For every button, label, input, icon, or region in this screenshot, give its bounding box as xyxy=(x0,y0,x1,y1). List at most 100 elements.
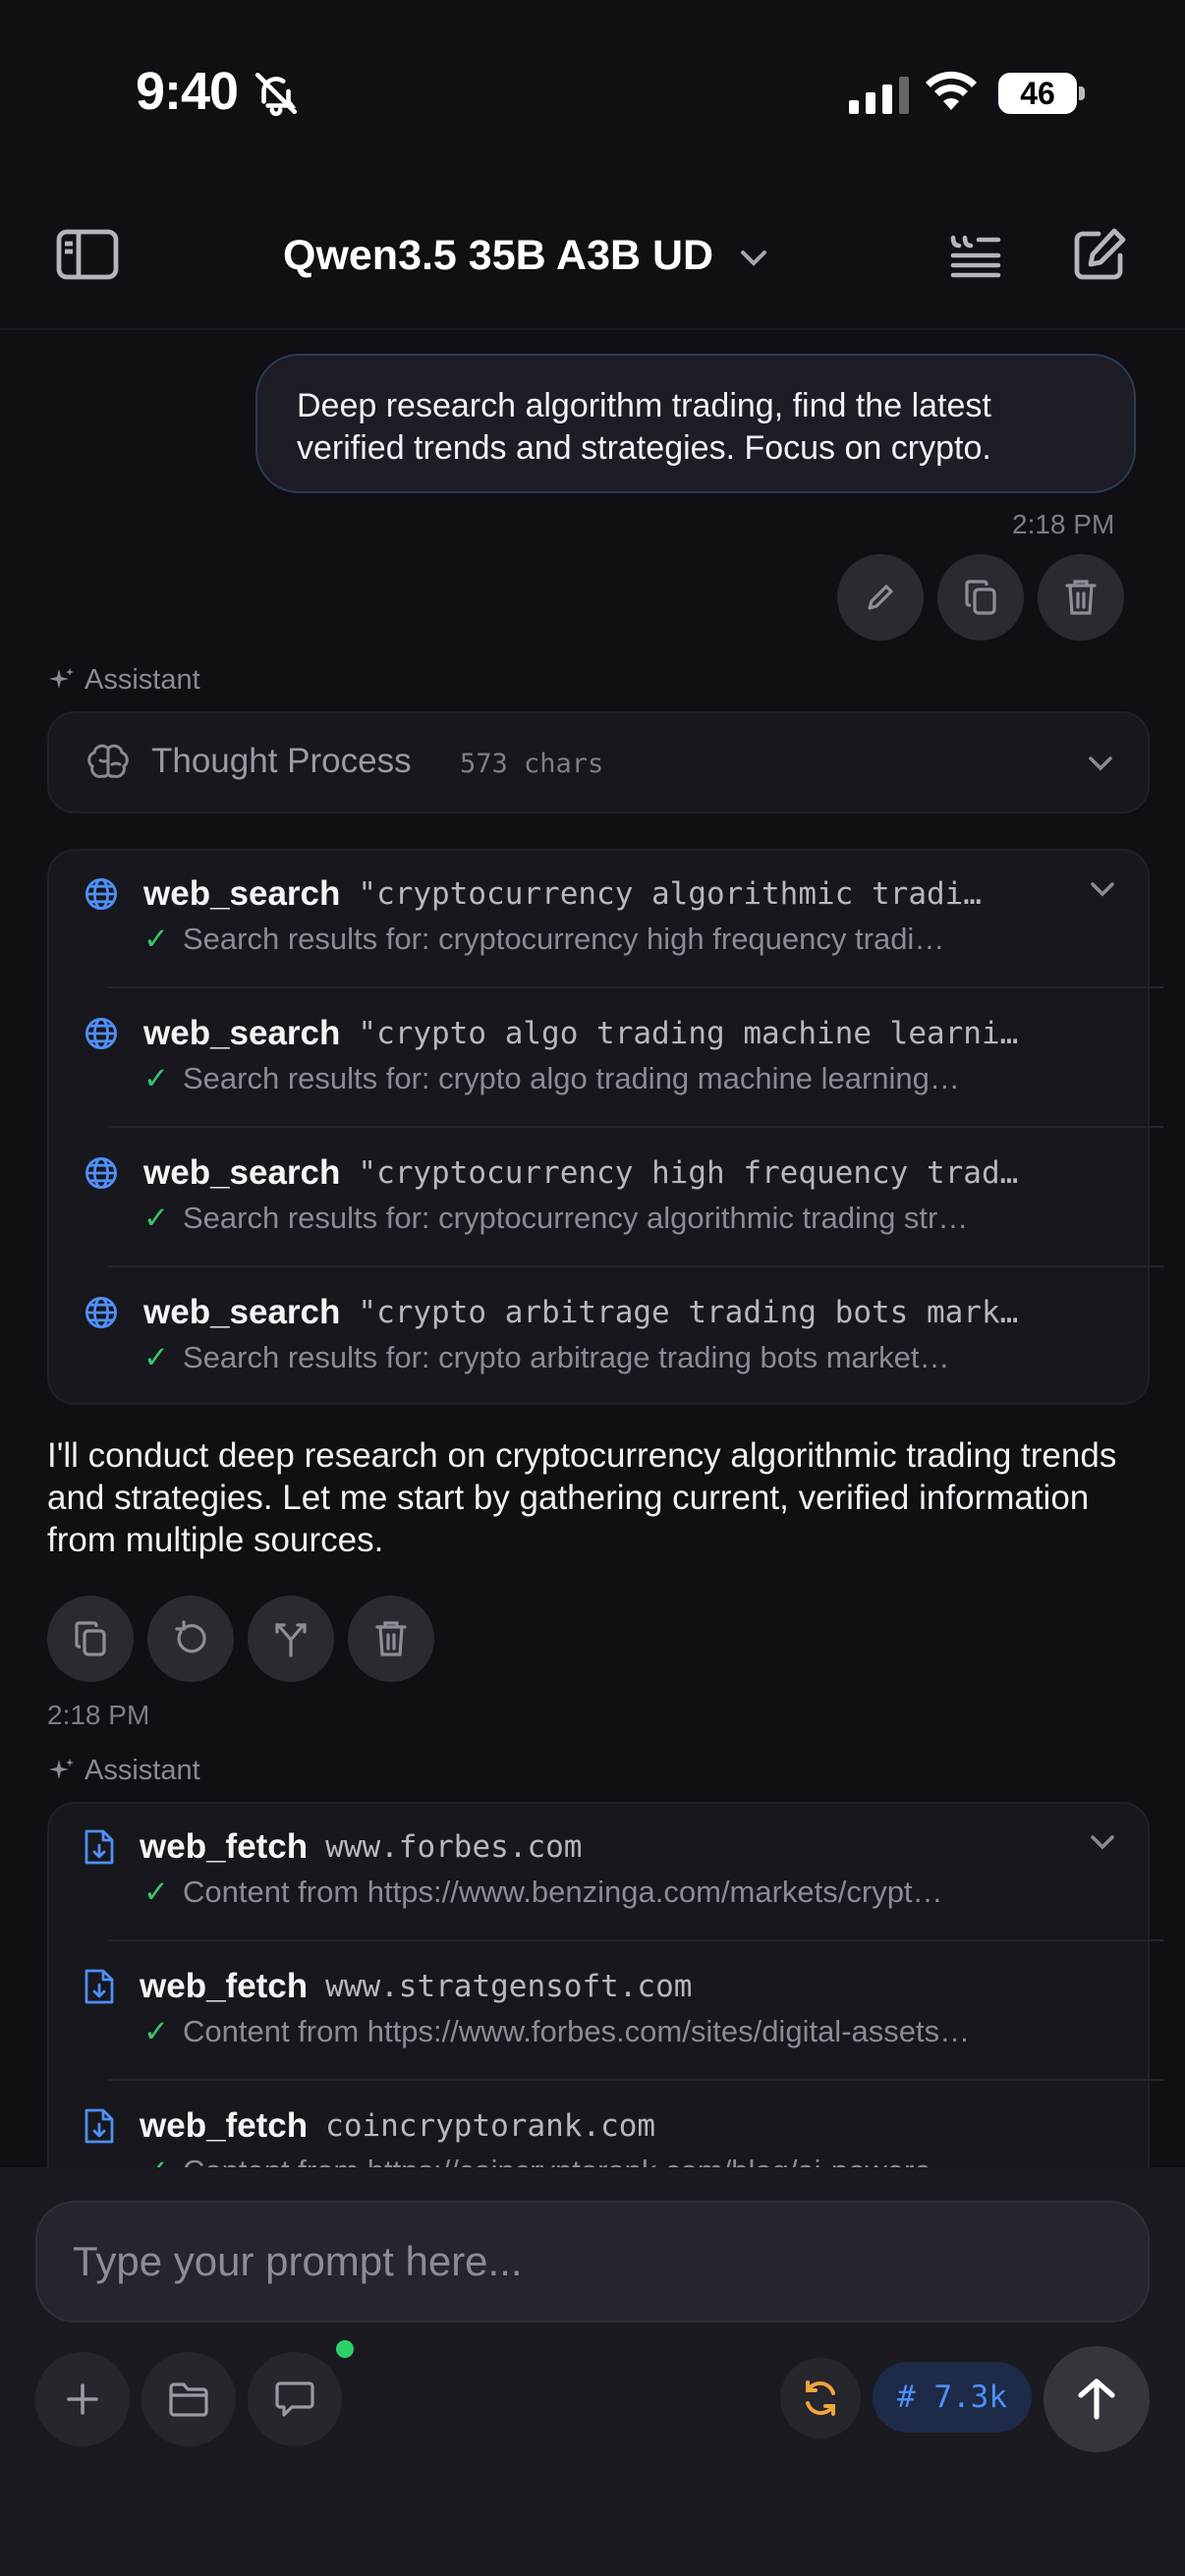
quote-list-icon[interactable] xyxy=(949,232,1002,284)
token-count-badge[interactable]: # 7.3k xyxy=(873,2362,1032,2433)
folder-icon xyxy=(169,2382,208,2417)
assistant-label: Assistant xyxy=(47,1755,200,1787)
bell-muted-icon xyxy=(252,69,301,123)
user-message-bubble: Deep research algorithm trading, find th… xyxy=(255,354,1136,493)
thought-process-label: Thought Process xyxy=(151,742,412,780)
status-dot xyxy=(336,2340,354,2358)
tool-argument: coincryptorank.com xyxy=(325,2108,656,2144)
edit-message-button[interactable] xyxy=(837,554,924,641)
tool-name: web_fetch xyxy=(140,2106,309,2145)
thought-char-count: 573 chars xyxy=(460,749,604,779)
copy-message-button[interactable] xyxy=(937,554,1024,641)
globe-icon xyxy=(85,1017,118,1050)
tool-call-row[interactable]: web_search "crypto algo trading machine … xyxy=(85,1012,1163,1096)
globe-icon xyxy=(85,877,118,911)
row-divider xyxy=(108,986,1163,988)
add-attachment-button[interactable] xyxy=(35,2352,130,2446)
thought-process-toggle[interactable]: Thought Process 573 chars xyxy=(47,711,1150,813)
check-icon: ✓ xyxy=(143,922,169,956)
model-selector[interactable]: Qwen3.5 35B A3B UD xyxy=(283,232,768,280)
check-icon: ✓ xyxy=(143,1201,169,1235)
delete-reply-button[interactable] xyxy=(348,1596,434,1682)
chevron-down-icon xyxy=(741,250,767,266)
trash-icon xyxy=(375,1621,407,1656)
sparkle-icon xyxy=(49,1758,74,1779)
prompt-input[interactable]: Type your prompt here... xyxy=(35,2201,1150,2323)
cellular-signal-icon xyxy=(849,77,909,114)
tool-argument: "crypto algo trading machine learni… xyxy=(358,1016,1019,1051)
user-message-text: Deep research algorithm trading, find th… xyxy=(297,387,991,467)
row-divider xyxy=(108,1265,1163,1267)
row-divider xyxy=(108,2079,1163,2081)
regenerate-button[interactable] xyxy=(147,1596,234,1682)
pencil-icon xyxy=(868,585,893,610)
open-folder-button[interactable] xyxy=(141,2352,236,2446)
tool-call-row[interactable]: web_fetch www.forbes.com ✓ Content from h… xyxy=(85,1825,1163,1910)
copy-icon xyxy=(965,580,996,615)
assistant-label: Assistant xyxy=(47,664,200,697)
globe-icon xyxy=(85,1156,118,1190)
copy-reply-button[interactable] xyxy=(47,1596,134,1682)
tool-result: Search results for: crypto algo trading … xyxy=(182,1061,960,1095)
row-divider xyxy=(108,1939,1163,1941)
arrow-up-icon xyxy=(1078,2379,1115,2420)
tool-call-row[interactable]: web_search "cryptocurrency high frequenc… xyxy=(85,1151,1163,1236)
tool-name: web_fetch xyxy=(140,1827,309,1866)
sparkle-icon xyxy=(49,667,74,689)
tool-result: Search results for: cryptocurrency algor… xyxy=(182,1201,969,1235)
branch-button[interactable] xyxy=(248,1596,334,1682)
chevron-down-icon xyxy=(1089,756,1112,771)
check-icon: ✓ xyxy=(143,1061,169,1095)
tool-argument: "cryptocurrency high frequency trad… xyxy=(358,1155,1019,1191)
status-time: 9:40 xyxy=(136,62,239,121)
assistant-label-text: Assistant xyxy=(85,664,200,696)
sync-icon xyxy=(806,2380,835,2416)
tool-name: web_search xyxy=(143,1153,341,1192)
battery-tip xyxy=(1079,86,1085,100)
refresh-icon xyxy=(175,1620,206,1653)
model-name: Qwen3.5 35B A3B UD xyxy=(283,232,714,279)
header-divider xyxy=(0,328,1185,330)
trash-icon xyxy=(1065,580,1097,615)
tool-argument: www.stratgensoft.com xyxy=(325,1969,693,2004)
prompt-placeholder: Type your prompt here... xyxy=(73,2238,523,2284)
chat-bubble-icon xyxy=(275,2381,314,2417)
user-message-time: 2:18 PM xyxy=(1012,509,1115,539)
tool-call-row[interactable]: web_search "cryptocurrency algorithmic t… xyxy=(85,872,1163,957)
file-download-icon xyxy=(85,1829,114,1865)
branch-icon xyxy=(275,1623,307,1657)
check-icon: ✓ xyxy=(143,2014,169,2048)
search-tool-calls-card: web_search "cryptocurrency algorithmic t… xyxy=(47,849,1163,1405)
sync-button[interactable] xyxy=(780,2358,861,2438)
sidebar-toggle-icon[interactable] xyxy=(55,228,120,286)
chat-mode-button[interactable] xyxy=(248,2352,342,2446)
reply-time: 2:18 PM xyxy=(47,1700,150,1730)
tool-call-row[interactable]: web_search "crypto arbitrage trading bot… xyxy=(85,1291,1163,1375)
battery-indicator: 46 xyxy=(998,73,1077,114)
tool-call-row[interactable]: web_fetch www.stratgensoft.com ✓ Content … xyxy=(85,1965,1163,2049)
new-chat-icon[interactable] xyxy=(1071,226,1128,288)
brain-icon xyxy=(86,743,132,787)
tool-result: Search results for: cryptocurrency high … xyxy=(182,922,945,956)
copy-icon xyxy=(75,1621,106,1656)
check-icon: ✓ xyxy=(143,1875,169,1909)
plus-icon xyxy=(67,2383,98,2415)
check-icon: ✓ xyxy=(143,1340,169,1374)
delete-message-button[interactable] xyxy=(1038,554,1124,641)
assistant-reply-text: I'll conduct deep research on cryptocurr… xyxy=(47,1436,1117,1559)
tool-name: web_search xyxy=(143,1014,341,1052)
file-download-icon xyxy=(85,2108,114,2144)
wifi-icon xyxy=(924,69,979,117)
row-divider xyxy=(108,1126,1163,1128)
send-button[interactable] xyxy=(1044,2346,1150,2452)
tool-argument: "cryptocurrency algorithmic tradi… xyxy=(358,876,982,912)
tool-name: web_search xyxy=(143,1293,341,1331)
tool-result: Search results for: crypto arbitrage tra… xyxy=(182,1340,950,1374)
tool-name: web_search xyxy=(143,874,341,913)
file-download-icon xyxy=(85,1969,114,2004)
tool-name: web_fetch xyxy=(140,1967,309,2005)
tool-argument: "crypto arbitrage trading bots mark… xyxy=(358,1295,1019,1330)
globe-icon xyxy=(85,1296,118,1329)
assistant-label-text: Assistant xyxy=(85,1755,200,1786)
tool-result: Content from https://www.forbes.com/site… xyxy=(182,2014,971,2048)
